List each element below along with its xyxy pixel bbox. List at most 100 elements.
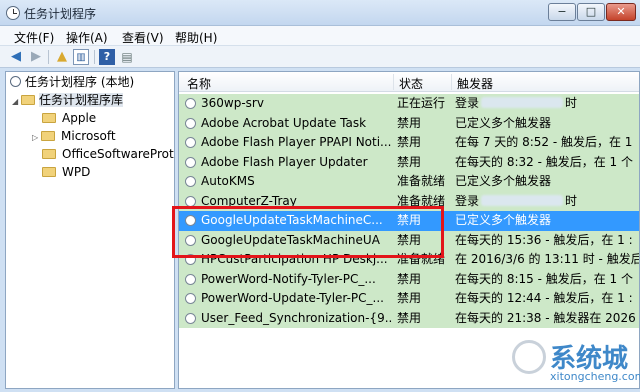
tree-item-wpd[interactable]: WPD (42, 164, 90, 181)
show-hide-tree-icon[interactable]: ▥ (73, 49, 89, 65)
tree-item-label: OfficeSoftwareProt (62, 147, 174, 161)
watermark: 系统城 xitongcheng.com (490, 326, 640, 392)
toolbar-separator (94, 50, 95, 64)
task-clock-icon (185, 176, 196, 187)
folder-icon (42, 113, 56, 123)
properties-icon[interactable]: ▤ (119, 49, 135, 65)
task-status: 禁用 (397, 154, 422, 169)
tree-item-label: 任务计划程序 (本地) (25, 75, 135, 89)
folder-icon (42, 149, 56, 159)
menu-file[interactable]: 文件(F) (14, 29, 54, 46)
task-trigger: 已定义多个触发器 (455, 174, 552, 188)
task-trigger: 在每天的 15:36 - 触发后，在 1 : (455, 232, 633, 247)
navigation-tree: 任务计划程序 (本地) ◢ 任务计划程序库 Apple ▷ Microsoft Of… (5, 71, 175, 389)
task-name: User_Feed_Synchronization-{9... (201, 310, 393, 325)
tree-item-label: Microsoft (61, 129, 116, 143)
task-trigger-prefix: 登录 (455, 96, 480, 110)
up-folder-icon[interactable]: ▲ (54, 49, 70, 65)
tree-item-officesoftwareprot[interactable]: OfficeSoftwareProt (42, 146, 174, 163)
tree-item-label: WPD (62, 165, 91, 179)
menu-view[interactable]: 查看(V) (122, 29, 164, 46)
window-title: 任务计划程序 (24, 7, 97, 21)
column-header-status[interactable]: 状态 (399, 75, 423, 92)
title-bar: 任务计划程序 − □ ✕ (0, 0, 640, 26)
task-clock-icon (185, 273, 196, 285)
red-highlight-box (172, 206, 444, 258)
task-name: AutoKMS (201, 174, 255, 188)
blurred-username (481, 97, 564, 108)
task-name: Adobe Acrobat Update Task (201, 115, 367, 130)
tree-item-label: Apple (62, 111, 97, 125)
column-header-name[interactable]: 名称 (187, 75, 211, 92)
task-name: Adobe Flash Player PPAPI Noti... (201, 135, 392, 149)
menu-action[interactable]: 操作(A) (66, 29, 108, 46)
task-name: 360wp-srv (201, 96, 264, 110)
task-trigger: 已定义多个触发器 (455, 115, 552, 130)
task-status: 禁用 (397, 291, 422, 305)
table-row[interactable]: AutoKMS 准备就绪 已定义多个触发器 (179, 172, 639, 192)
task-status: 禁用 (397, 135, 422, 149)
tree-item-apple[interactable]: Apple (42, 110, 96, 127)
watermark-logo-icon (512, 340, 546, 374)
task-trigger: 在 2016/3/6 的 13:11 时 - 触发后 (455, 252, 640, 266)
tree-item-library[interactable]: ◢ 任务计划程序库 (12, 92, 124, 110)
column-header-trigger[interactable]: 触发器 (457, 75, 493, 92)
close-button[interactable]: ✕ (606, 3, 636, 21)
folder-icon (21, 95, 35, 105)
task-trigger: 在每天的 21:38 - 触发器在 2026 (455, 310, 636, 325)
table-row[interactable]: Adobe Flash Player PPAPI Noti... 禁用 在每 7… (179, 133, 639, 153)
task-list-header: 名称 状态 触发器 (179, 72, 639, 92)
help-icon[interactable]: ? (99, 49, 115, 65)
menu-help[interactable]: 帮助(H) (175, 29, 217, 46)
task-clock-icon (185, 156, 196, 168)
task-name: Adobe Flash Player Updater (201, 154, 368, 169)
task-status: 禁用 (397, 271, 422, 286)
task-trigger: 在每天的 8:15 - 触发后，在 1 个 (455, 271, 633, 286)
task-trigger: 登录 时 (455, 94, 639, 113)
column-divider[interactable] (451, 74, 452, 90)
task-scheduler-icon (6, 6, 20, 20)
back-icon[interactable]: ◀ (8, 49, 24, 65)
task-trigger: 登录 时 (455, 192, 639, 211)
task-clock-icon (185, 117, 196, 129)
task-name: PowerWord-Update-Tyler-PC_... (201, 291, 384, 305)
task-name: PowerWord-Notify-Tyler-PC_... (201, 271, 376, 286)
column-divider[interactable] (393, 74, 394, 90)
task-clock-icon (185, 98, 196, 109)
task-trigger: 在每天的 12:44 - 触发后，在 1 : (455, 291, 633, 305)
task-trigger: 在每天的 8:32 - 触发后，在 1 个 (455, 154, 633, 169)
task-trigger: 在每 7 天的 8:52 - 触发后，在 1 (455, 135, 633, 149)
expand-arrow-icon[interactable]: ◢ (12, 93, 21, 110)
folder-icon (42, 167, 56, 177)
table-row[interactable]: Adobe Acrobat Update Task 禁用 已定义多个触发器 (179, 113, 639, 133)
table-row[interactable]: PowerWord-Notify-Tyler-PC_... 禁用 在每天的 8:… (179, 269, 639, 289)
toolbar-separator (48, 50, 49, 64)
task-status: 禁用 (397, 115, 422, 130)
task-status: 正在运行 (397, 96, 446, 110)
table-row[interactable]: Adobe Flash Player Updater 禁用 在每天的 8:32 … (179, 152, 639, 172)
maximize-button[interactable]: □ (577, 3, 605, 21)
menu-bar: 文件(F) 操作(A) 查看(V) 帮助(H) (0, 26, 640, 46)
task-trigger-prefix: 登录 (455, 193, 480, 208)
task-status: 禁用 (397, 310, 422, 325)
toolbar: ◀ ▶ ▲ ▥ ? ▤ (0, 46, 640, 68)
minimize-button[interactable]: − (548, 3, 576, 21)
task-clock-icon (185, 312, 196, 324)
folder-icon (41, 131, 55, 141)
blurred-username (481, 194, 564, 206)
table-row[interactable]: 360wp-srv 正在运行 登录 时 (179, 94, 639, 114)
task-status: 准备就绪 (397, 174, 446, 188)
tree-item-microsoft[interactable]: ▷ Microsoft (32, 128, 116, 145)
task-clock-icon (185, 195, 196, 207)
tree-item-label: 任务计划程序库 (39, 93, 124, 107)
forward-icon[interactable]: ▶ (28, 49, 44, 65)
tree-item-root[interactable]: 任务计划程序 (本地) (10, 74, 134, 91)
task-trigger: 已定义多个触发器 (455, 213, 552, 227)
watermark-url: xitongcheng.com (550, 370, 640, 383)
task-clock-icon (185, 137, 196, 148)
collapsed-arrow-icon[interactable]: ▷ (32, 129, 41, 146)
task-scheduler-icon (10, 76, 21, 87)
task-trigger-suffix: 时 (565, 96, 578, 110)
task-trigger-suffix: 时 (565, 193, 578, 208)
table-row[interactable]: PowerWord-Update-Tyler-PC_... 禁用 在每天的 12… (179, 289, 639, 309)
